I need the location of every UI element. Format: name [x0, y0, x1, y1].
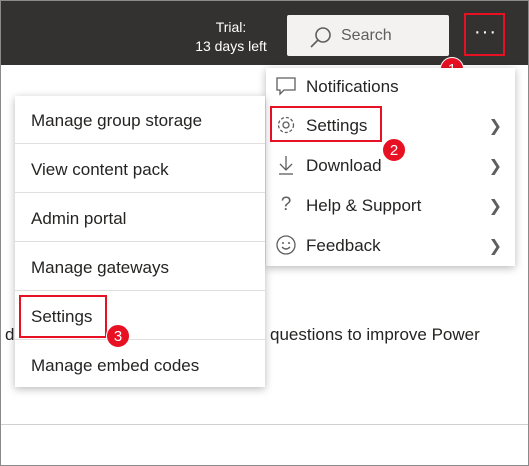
menu-item-feedback[interactable]: Feedback ❯ [266, 227, 515, 265]
submenu-item-admin-portal[interactable]: Admin portal [15, 194, 265, 242]
submenu-item-label: Manage group storage [31, 111, 203, 130]
ellipsis-icon: ··· [474, 21, 497, 43]
more-options-menu: Notifications Settings ❯ Download ❯ ? He… [266, 68, 515, 266]
menu-item-label: Feedback [306, 236, 381, 255]
chat-bubble-icon [275, 75, 297, 97]
callout-badge-2: 2 [382, 138, 406, 162]
menu-item-label: Download [306, 156, 382, 175]
chevron-right-icon: ❯ [488, 118, 502, 135]
submenu-item-label: Admin portal [31, 209, 127, 228]
settings-highlight-box [270, 106, 382, 142]
menu-item-label: Help & Support [306, 196, 422, 215]
search-icon [310, 27, 331, 48]
settings-submenu: Manage group storage View content pack A… [15, 96, 265, 387]
chevron-right-icon: ❯ [488, 238, 502, 255]
download-arrow-icon [275, 154, 297, 176]
smiley-icon [275, 234, 297, 256]
search-box[interactable]: Search [287, 15, 449, 56]
top-bar: Trial: 13 days left Search ··· [1, 1, 528, 65]
background-text: questions to improve Power [270, 325, 480, 344]
submenu-item-label: View content pack [31, 160, 169, 179]
trial-label: Trial: [215, 19, 247, 35]
divider [1, 424, 528, 425]
callout-badge-3: 3 [106, 324, 130, 348]
search-label: Search [341, 27, 392, 44]
settings-submenu-highlight-box [19, 295, 107, 338]
more-options-button[interactable]: ··· [464, 13, 505, 56]
menu-item-label: Notifications [306, 77, 399, 96]
chevron-right-icon: ❯ [488, 198, 502, 215]
background-text-fragment: d [5, 325, 15, 344]
submenu-item-view-content-pack[interactable]: View content pack [15, 145, 265, 193]
submenu-item-manage-group-storage[interactable]: Manage group storage [15, 96, 265, 144]
menu-item-notifications[interactable]: Notifications [266, 68, 515, 106]
question-icon: ? [280, 194, 292, 215]
submenu-item-label: Manage gateways [31, 258, 169, 277]
trial-days-left: 13 days left [195, 38, 267, 54]
chevron-right-icon: ❯ [488, 158, 502, 175]
trial-status: Trial: 13 days left [181, 18, 281, 56]
submenu-item-label: Manage embed codes [31, 356, 200, 375]
menu-item-help-support[interactable]: ? Help & Support ❯ [266, 187, 515, 225]
submenu-item-manage-gateways[interactable]: Manage gateways [15, 243, 265, 291]
submenu-item-manage-embed-codes[interactable]: Manage embed codes [15, 341, 265, 389]
